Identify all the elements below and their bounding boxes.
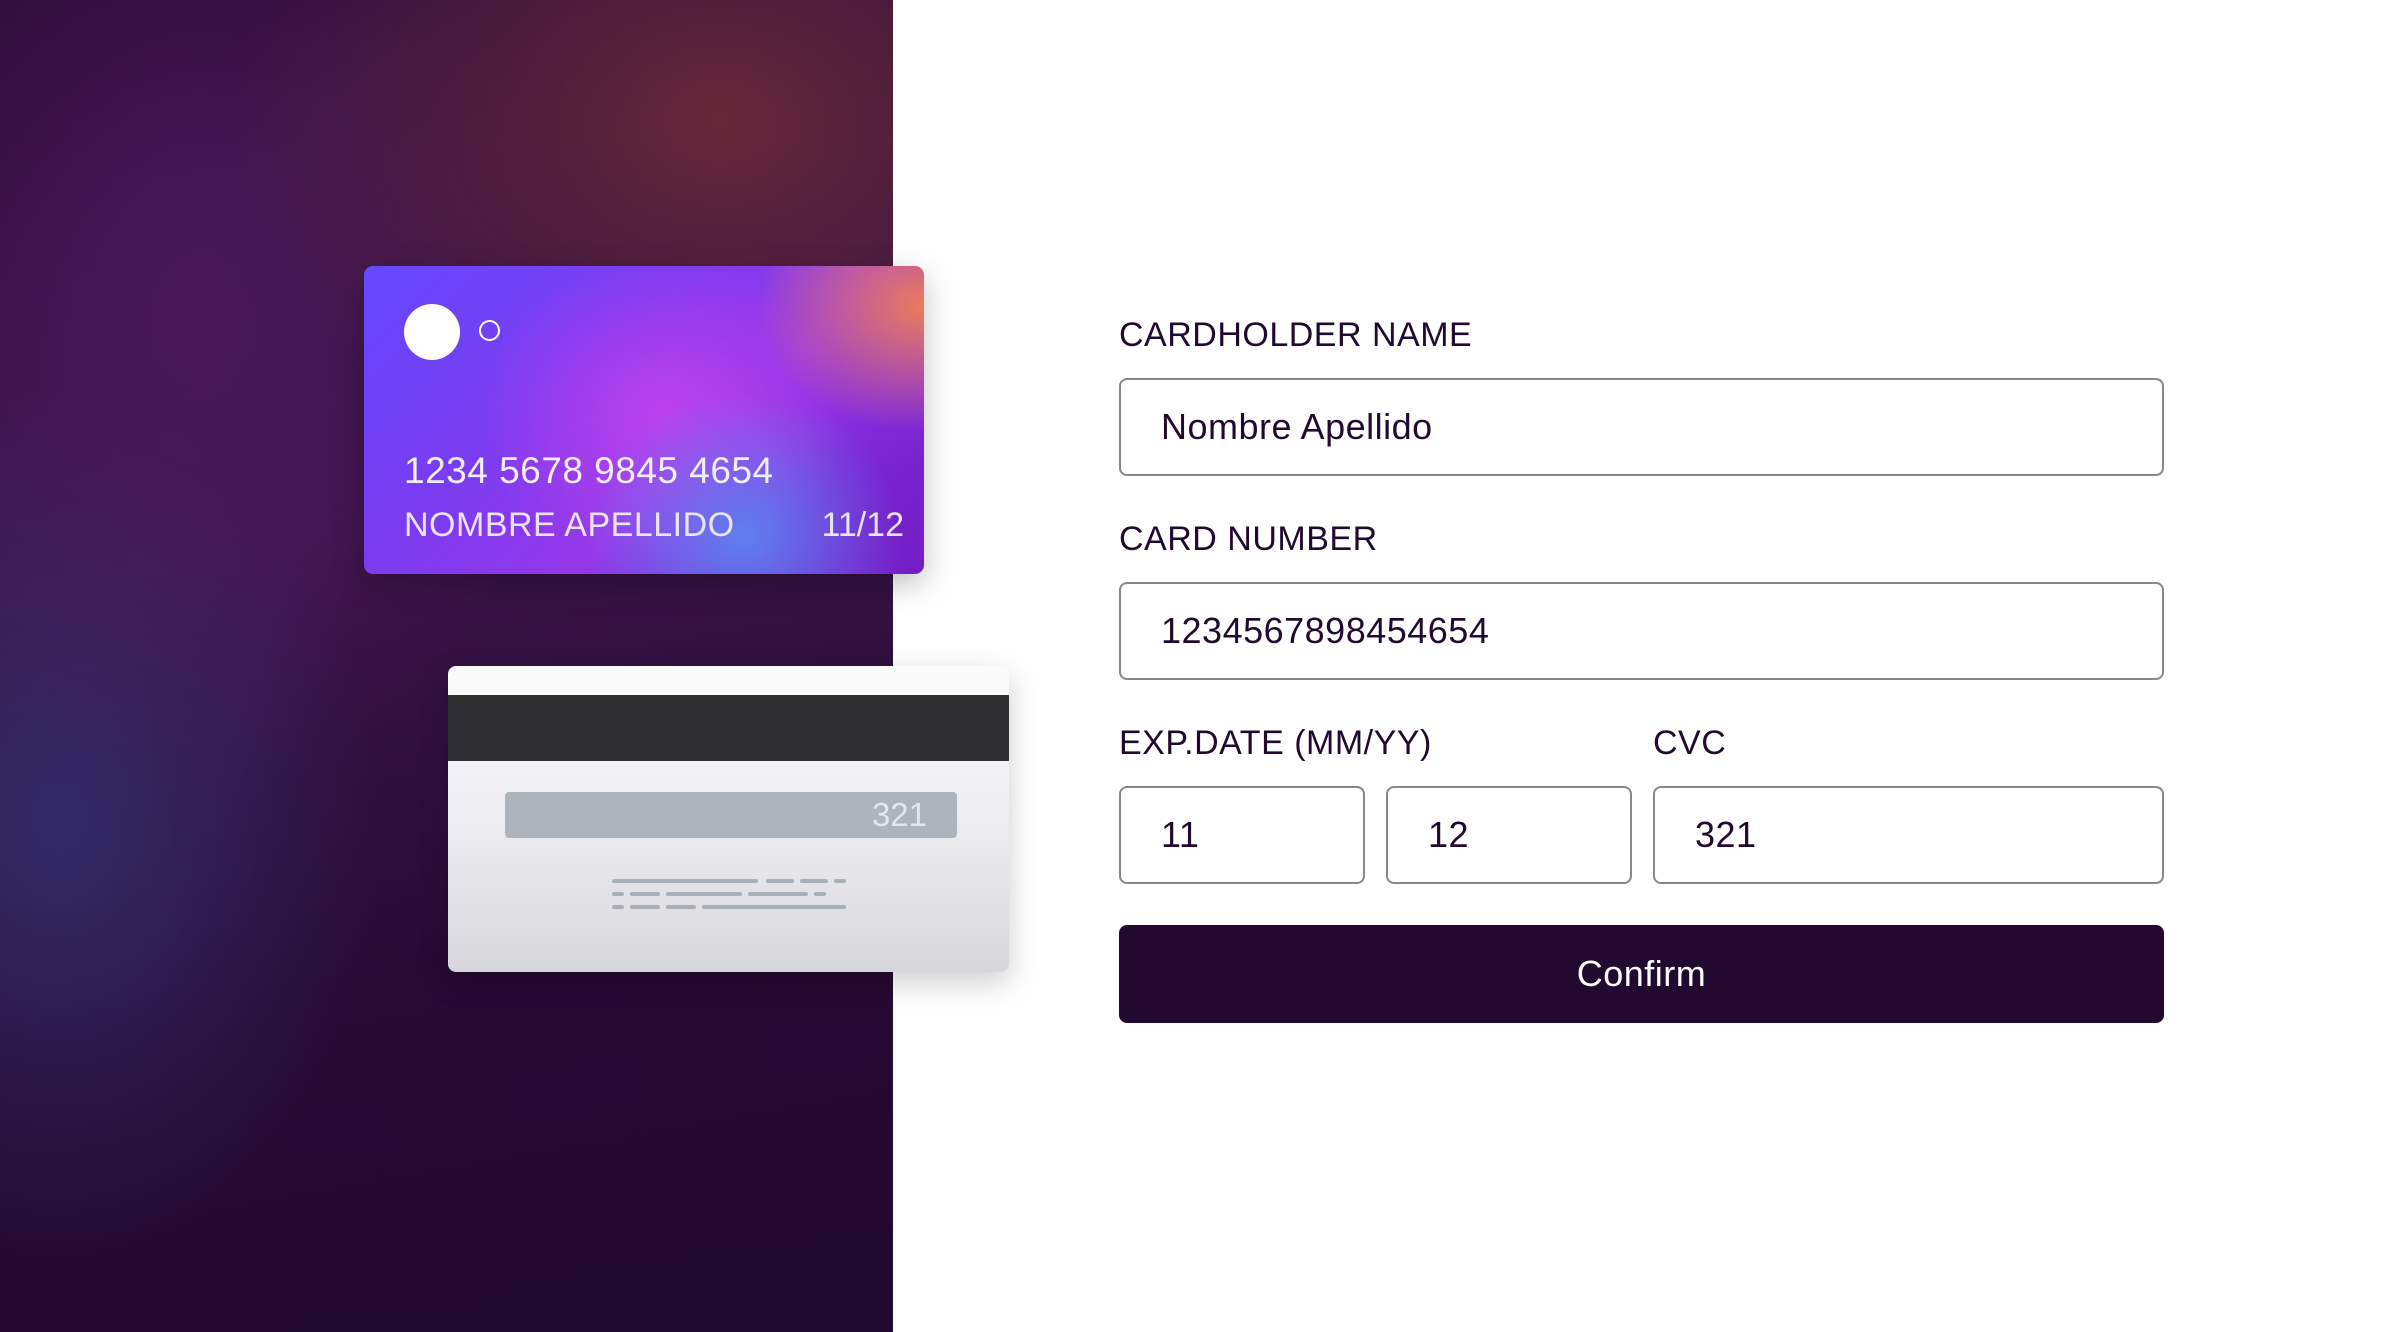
card-back-fine-print [612, 879, 846, 909]
exp-date-label: EXP.DATE (MM/YY) [1119, 724, 1432, 762]
signature-strip: 321 [505, 792, 957, 838]
card-number-input[interactable] [1119, 582, 2164, 680]
card-front: 1234 5678 9845 4654 NOMBRE APELLIDO 11/1… [364, 266, 924, 574]
card-logo-circle-filled [404, 304, 460, 360]
card-front-name: NOMBRE APELLIDO [404, 506, 735, 544]
magnetic-stripe [448, 695, 1009, 761]
cardholder-name-label: CARDHOLDER NAME [1119, 316, 1473, 354]
exp-year-input[interactable] [1386, 786, 1632, 884]
cvc-label: CVC [1653, 724, 1727, 762]
exp-month-input[interactable] [1119, 786, 1365, 884]
page: 321 1234 5678 9845 4654 NOMBRE APELLIDO … [0, 0, 2386, 1332]
card-front-exp: 11/12 [821, 506, 904, 544]
card-front-number: 1234 5678 9845 4654 [404, 450, 774, 491]
confirm-button[interactable]: Confirm [1119, 925, 2164, 1023]
cvc-input[interactable] [1653, 786, 2164, 884]
card-back-cvc: 321 [871, 796, 927, 833]
card-logo-circle-outline [479, 320, 500, 341]
cardholder-name-input[interactable] [1119, 378, 2164, 476]
card-number-label: CARD NUMBER [1119, 520, 1378, 558]
card-back: 321 [448, 666, 1009, 972]
